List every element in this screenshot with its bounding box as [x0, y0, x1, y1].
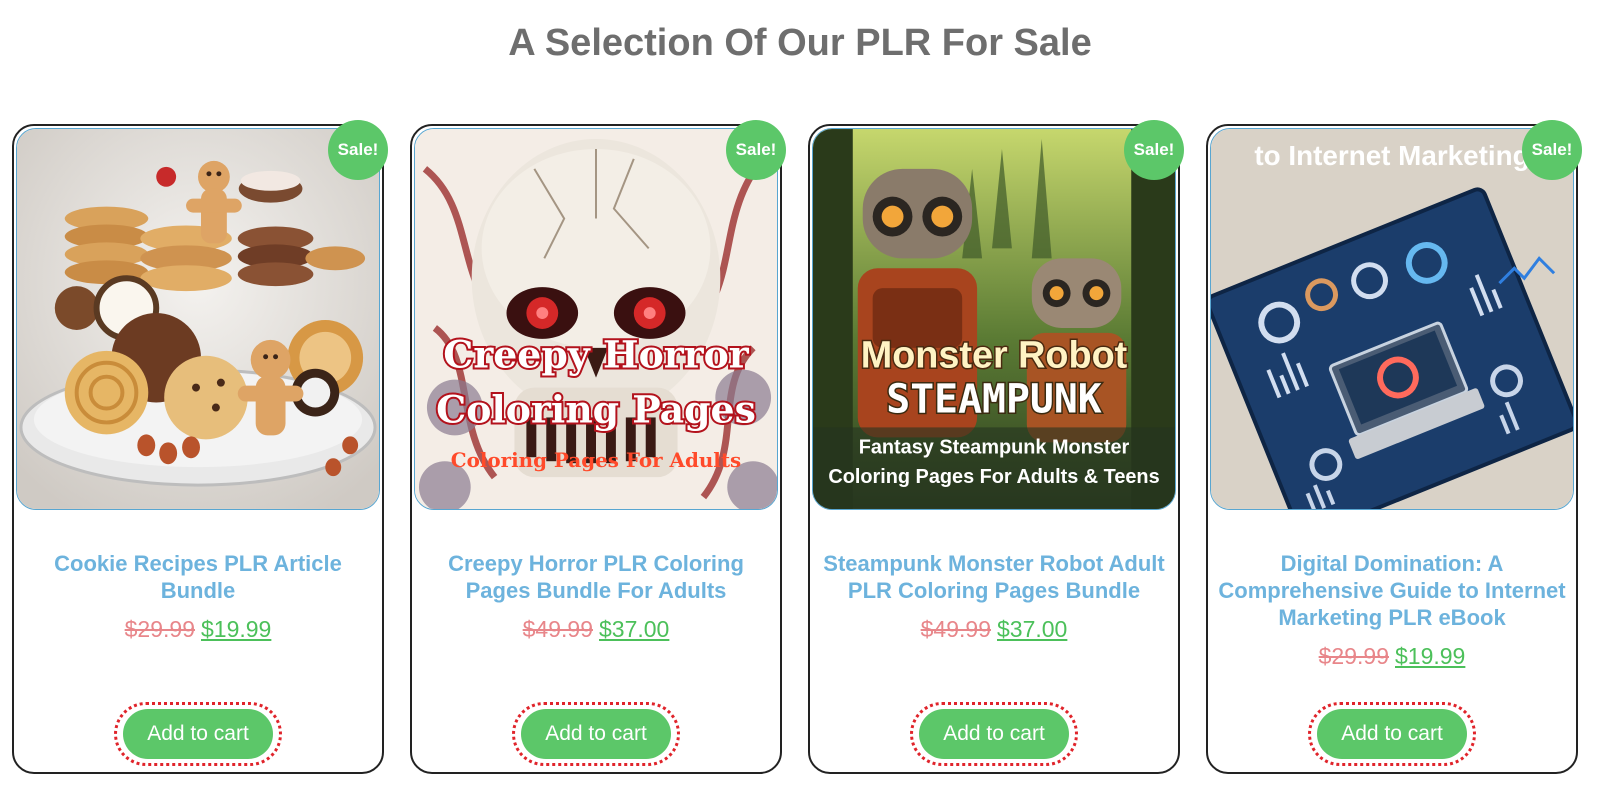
add-to-cart-button[interactable]: Add to cart [521, 709, 671, 759]
sale-badge: Sale! [1124, 120, 1184, 180]
product-image [17, 129, 379, 509]
add-to-cart-focus-ring: Add to cart [1308, 702, 1476, 766]
add-to-cart-focus-ring: Add to cart [114, 702, 282, 766]
product-card: Creepy Horror Coloring Pages Coloring Pa… [410, 120, 786, 774]
cover-text-line3: Fantasy Steampunk Monster [859, 436, 1130, 458]
cover-text-line2: Coloring Pages [436, 387, 756, 431]
cover-text-line1: Monster Robot [861, 335, 1128, 377]
cover-text-line4: Coloring Pages For Adults & Teens [828, 466, 1159, 488]
product-title-link[interactable]: Cookie Recipes PLR Article Bundle [22, 550, 374, 604]
product-card: Sale! Cookie Recipes PLR Article Bundle … [12, 120, 388, 774]
product-title-link[interactable]: Creepy Horror PLR Coloring Pages Bundle … [420, 550, 772, 604]
product-card: to Internet Marketing Sale! Digital Domi… [1206, 120, 1582, 774]
sale-badge: Sale! [1522, 120, 1582, 180]
old-price: $49.99 [522, 616, 593, 642]
product-title-link[interactable]: Digital Domination: A Comprehensive Guid… [1216, 550, 1568, 631]
old-price: $29.99 [124, 616, 195, 642]
add-to-cart-focus-ring: Add to cart [512, 702, 680, 766]
add-to-cart-focus-ring: Add to cart [910, 702, 1078, 766]
price: $49.99 $37.00 [818, 616, 1170, 643]
sale-price: $37.00 [599, 616, 670, 642]
price: $49.99 $37.00 [420, 616, 772, 643]
sale-price: $37.00 [997, 616, 1068, 642]
product-image: to Internet Marketing [1211, 129, 1573, 509]
section-title: A Selection Of Our PLR For Sale [508, 22, 1092, 64]
sale-price: $19.99 [1395, 643, 1466, 669]
product-image: Creepy Horror Coloring Pages Coloring Pa… [415, 129, 777, 509]
old-price: $49.99 [920, 616, 991, 642]
product-card: Monster Robot STEAMPUNK Fantasy Steampun… [808, 120, 1184, 774]
product-title-link[interactable]: Steampunk Monster Robot Adult PLR Colori… [818, 550, 1170, 604]
product-image: Monster Robot STEAMPUNK Fantasy Steampun… [813, 129, 1175, 509]
product-image-link[interactable]: Creepy Horror Coloring Pages Coloring Pa… [414, 128, 778, 510]
cover-text-line3: Coloring Pages For Adults [451, 448, 741, 472]
product-image-link[interactable]: Monster Robot STEAMPUNK Fantasy Steampun… [812, 128, 1176, 510]
price: $29.99 $19.99 [1216, 643, 1568, 670]
sale-price: $19.99 [201, 616, 272, 642]
cover-text-line1: to Internet Marketing [1254, 140, 1529, 171]
price: $29.99 $19.99 [22, 616, 374, 643]
old-price: $29.99 [1318, 643, 1389, 669]
add-to-cart-button[interactable]: Add to cart [919, 709, 1069, 759]
product-image-link[interactable] [16, 128, 380, 510]
cover-text-line2: STEAMPUNK [886, 376, 1102, 422]
sale-badge: Sale! [726, 120, 786, 180]
sale-badge: Sale! [328, 120, 388, 180]
cover-text-line1: Creepy Horror [443, 333, 749, 377]
product-image-link[interactable]: to Internet Marketing [1210, 128, 1574, 510]
add-to-cart-button[interactable]: Add to cart [1317, 709, 1467, 759]
add-to-cart-button[interactable]: Add to cart [123, 709, 273, 759]
